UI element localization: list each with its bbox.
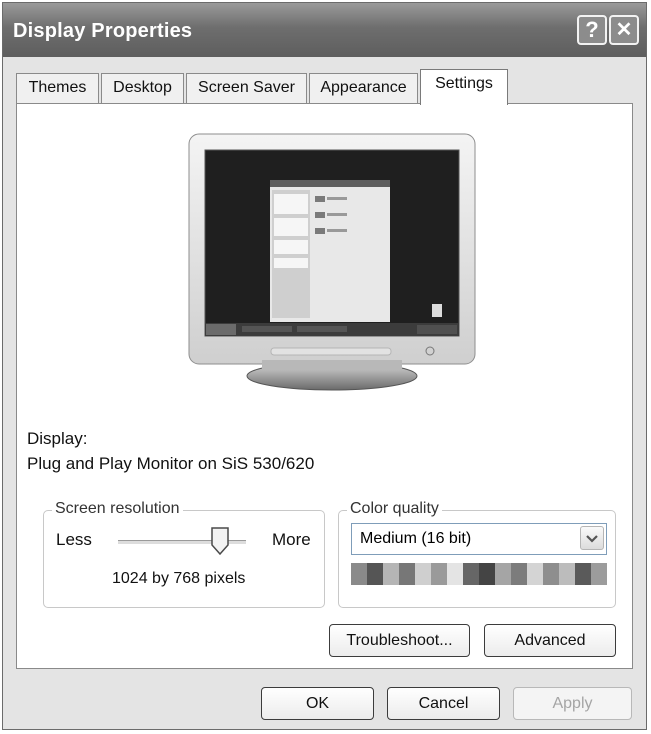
dropdown-arrow-icon[interactable]	[580, 526, 604, 550]
color-quality-label: Color quality	[347, 500, 442, 518]
close-button[interactable]: ✕	[609, 15, 639, 45]
color-quality-dropdown[interactable]: Medium (16 bit)	[351, 523, 607, 555]
settings-panel: Display: Plug and Play Monitor on SiS 53…	[16, 103, 633, 669]
advanced-button[interactable]: Advanced	[484, 624, 616, 657]
ok-button[interactable]: OK	[261, 687, 374, 720]
window-title: Display Properties	[13, 20, 193, 42]
screen-resolution-group: Screen resolution Less More 1024 by 768 …	[43, 500, 325, 608]
apply-button[interactable]: Apply	[513, 687, 632, 720]
resolution-slider-thumb[interactable]	[211, 527, 230, 555]
tab-desktop[interactable]: Desktop	[101, 73, 184, 103]
resolution-value: 1024 by 768 pixels	[112, 570, 246, 587]
color-quality-selected: Medium (16 bit)	[360, 530, 472, 547]
monitor-icon	[188, 133, 476, 391]
display-device-name: Plug and Play Monitor on SiS 530/620	[27, 454, 315, 473]
tab-screen-saver[interactable]: Screen Saver	[186, 73, 307, 103]
color-swatch-bar	[351, 563, 607, 585]
display-properties-window: Display Properties ? ✕ Themes Desktop Sc…	[2, 2, 647, 730]
screen-resolution-label: Screen resolution	[52, 500, 183, 518]
title-bar[interactable]: Display Properties ? ✕	[3, 3, 646, 57]
close-icon: ✕	[615, 19, 633, 41]
color-quality-group: Color quality Medium (16 bit)	[338, 500, 616, 608]
tab-appearance[interactable]: Appearance	[309, 73, 418, 103]
help-button[interactable]: ?	[577, 15, 607, 45]
resolution-less-label: Less	[56, 530, 92, 549]
troubleshoot-button[interactable]: Troubleshoot...	[329, 624, 470, 657]
tab-themes[interactable]: Themes	[16, 73, 99, 103]
resolution-more-label: More	[272, 530, 311, 549]
tab-settings[interactable]: Settings	[420, 69, 508, 105]
cancel-button[interactable]: Cancel	[387, 687, 500, 720]
display-label: Display:	[27, 429, 88, 448]
monitor-preview	[187, 132, 477, 392]
help-icon: ?	[585, 17, 599, 42]
